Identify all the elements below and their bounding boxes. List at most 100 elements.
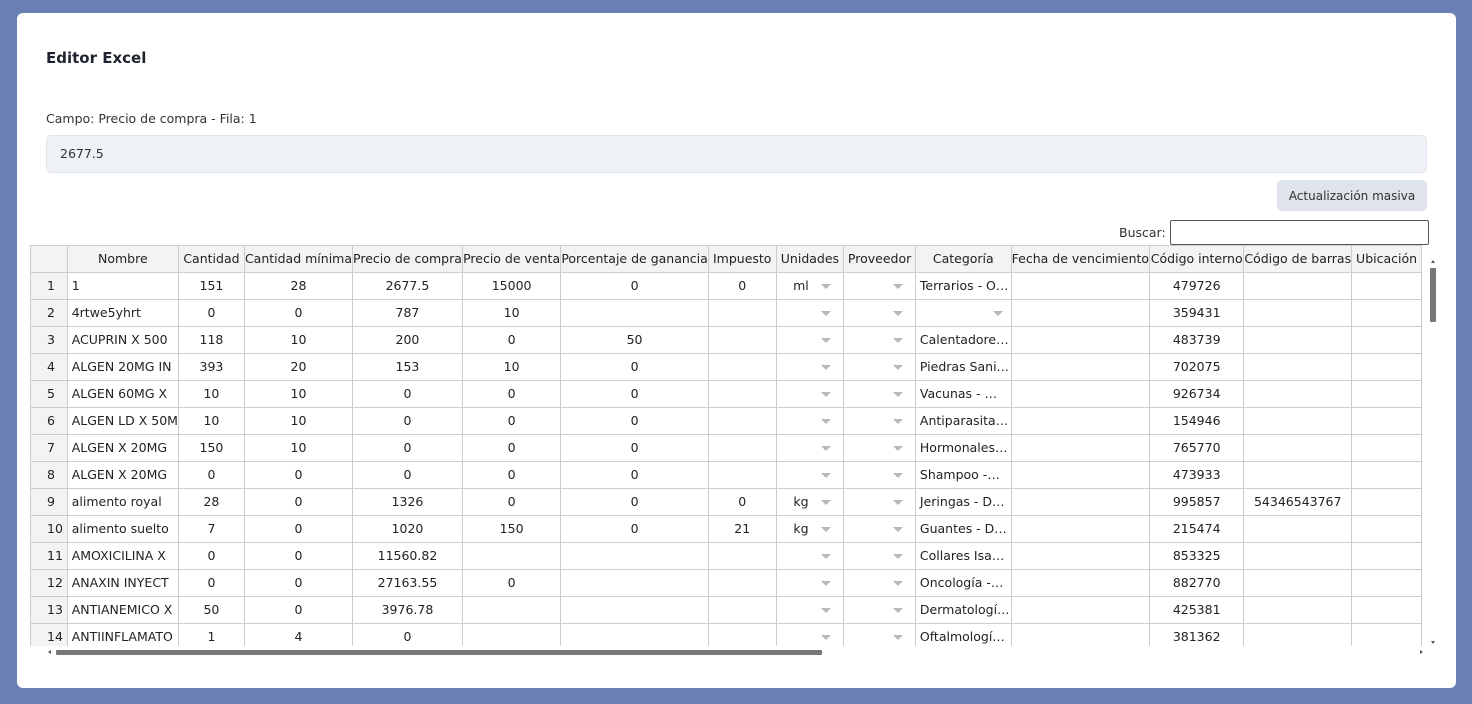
impuesto-cell[interactable]: 0 <box>708 488 777 516</box>
categoria-dropdown[interactable]: Vacunas - … <box>915 380 1012 408</box>
categoria-dropdown[interactable]: Guantes - D… <box>915 515 1012 543</box>
proveedor-dropdown[interactable] <box>843 596 916 624</box>
column-header[interactable]: Cantidad <box>178 246 245 273</box>
impuesto-cell[interactable] <box>708 434 777 462</box>
codigo-barras-cell[interactable] <box>1243 272 1353 300</box>
horizontal-scroll-thumb[interactable] <box>56 650 822 655</box>
fecha-vencimiento-cell[interactable] <box>1011 461 1151 489</box>
codigo-barras-cell[interactable] <box>1243 353 1353 381</box>
nombre-cell[interactable]: 4rtwe5yhrt <box>67 299 179 327</box>
categoria-dropdown[interactable]: Collares Isa… <box>915 542 1012 570</box>
cantidad-cell[interactable]: 0 <box>178 461 245 489</box>
cantidad-cell[interactable]: 50 <box>178 596 245 624</box>
cantidad-cell[interactable]: 0 <box>178 299 245 327</box>
ubicacion-cell[interactable] <box>1351 299 1422 327</box>
categoria-dropdown[interactable]: Oncología -… <box>915 569 1012 597</box>
fecha-vencimiento-cell[interactable] <box>1011 407 1151 435</box>
nombre-cell[interactable]: AMOXICILINA X <box>67 542 179 570</box>
column-header[interactable]: Porcentaje de ganancia <box>560 246 709 273</box>
codigo-barras-cell[interactable] <box>1243 299 1353 327</box>
cantidad-minima-cell[interactable]: 0 <box>244 596 354 624</box>
nombre-cell[interactable]: ANAXIN INYECT <box>67 569 179 597</box>
porcentaje-ganancia-cell[interactable] <box>560 299 709 327</box>
cantidad-minima-cell[interactable]: 28 <box>244 272 354 300</box>
chevron-down-icon[interactable] <box>821 283 832 289</box>
cantidad-minima-cell[interactable]: 10 <box>244 326 354 354</box>
column-header[interactable]: Código de barras <box>1243 246 1353 273</box>
chevron-down-icon[interactable] <box>892 391 903 397</box>
codigo-interno-cell[interactable]: 853325 <box>1149 542 1245 570</box>
porcentaje-ganancia-cell[interactable] <box>560 623 709 646</box>
impuesto-cell[interactable]: 0 <box>708 272 777 300</box>
precio-venta-cell[interactable] <box>462 542 562 570</box>
impuesto-cell[interactable] <box>708 542 777 570</box>
proveedor-dropdown[interactable] <box>843 623 916 646</box>
ubicacion-cell[interactable] <box>1351 434 1422 462</box>
unidades-dropdown[interactable] <box>776 542 845 570</box>
precio-compra-cell[interactable]: 0 <box>352 380 463 408</box>
codigo-barras-cell[interactable] <box>1243 461 1353 489</box>
cantidad-cell[interactable]: 1 <box>178 623 245 646</box>
chevron-down-icon[interactable] <box>892 634 903 640</box>
column-header[interactable]: Precio de compra <box>352 246 463 273</box>
categoria-dropdown[interactable]: Jeringas - D… <box>915 488 1012 516</box>
precio-compra-cell[interactable]: 2677.5 <box>352 272 463 300</box>
cell-value-field[interactable]: 2677.5 <box>46 135 1427 173</box>
categoria-dropdown[interactable]: Hormonales… <box>915 434 1012 462</box>
impuesto-cell[interactable] <box>708 569 777 597</box>
codigo-interno-cell[interactable]: 479726 <box>1149 272 1245 300</box>
codigo-interno-cell[interactable]: 381362 <box>1149 623 1245 646</box>
cantidad-cell[interactable]: 0 <box>178 569 245 597</box>
porcentaje-ganancia-cell[interactable] <box>560 542 709 570</box>
proveedor-dropdown[interactable] <box>843 407 916 435</box>
cantidad-cell[interactable]: 28 <box>178 488 245 516</box>
codigo-barras-cell[interactable] <box>1243 596 1353 624</box>
codigo-interno-cell[interactable]: 154946 <box>1149 407 1245 435</box>
chevron-down-icon[interactable] <box>821 391 832 397</box>
precio-venta-cell[interactable]: 10 <box>462 353 562 381</box>
scroll-left-arrow-icon[interactable] <box>48 650 51 654</box>
cantidad-cell[interactable]: 10 <box>178 407 245 435</box>
chevron-down-icon[interactable] <box>821 418 832 424</box>
fecha-vencimiento-cell[interactable] <box>1011 380 1151 408</box>
column-header[interactable]: Ubicación <box>1351 246 1422 273</box>
fecha-vencimiento-cell[interactable] <box>1011 569 1151 597</box>
nombre-cell[interactable]: 1 <box>67 272 179 300</box>
nombre-cell[interactable]: ANTIANEMICO X <box>67 596 179 624</box>
fecha-vencimiento-cell[interactable] <box>1011 623 1151 646</box>
unidades-dropdown[interactable] <box>776 623 845 646</box>
chevron-down-icon[interactable] <box>821 337 832 343</box>
precio-venta-cell[interactable]: 0 <box>462 434 562 462</box>
cantidad-cell[interactable]: 10 <box>178 380 245 408</box>
chevron-down-icon[interactable] <box>821 526 832 532</box>
precio-compra-cell[interactable]: 0 <box>352 434 463 462</box>
ubicacion-cell[interactable] <box>1351 569 1422 597</box>
search-input[interactable] <box>1170 220 1429 245</box>
porcentaje-ganancia-cell[interactable]: 0 <box>560 380 709 408</box>
impuesto-cell[interactable] <box>708 299 777 327</box>
spreadsheet-grid[interactable]: Nombre Cantidad Cantidad mínima Precio de c… <box>30 245 1422 646</box>
cantidad-cell[interactable]: 151 <box>178 272 245 300</box>
chevron-down-icon[interactable] <box>892 310 903 316</box>
fecha-vencimiento-cell[interactable] <box>1011 596 1151 624</box>
proveedor-dropdown[interactable] <box>843 515 916 543</box>
ubicacion-cell[interactable] <box>1351 272 1422 300</box>
chevron-down-icon[interactable] <box>892 283 903 289</box>
ubicacion-cell[interactable] <box>1351 407 1422 435</box>
codigo-barras-cell[interactable]: 54346543767 <box>1243 488 1353 516</box>
cantidad-cell[interactable]: 118 <box>178 326 245 354</box>
porcentaje-ganancia-cell[interactable]: 50 <box>560 326 709 354</box>
ubicacion-cell[interactable] <box>1351 353 1422 381</box>
precio-compra-cell[interactable]: 3976.78 <box>352 596 463 624</box>
codigo-interno-cell[interactable]: 483739 <box>1149 326 1245 354</box>
porcentaje-ganancia-cell[interactable]: 0 <box>560 434 709 462</box>
chevron-down-icon[interactable] <box>892 364 903 370</box>
ubicacion-cell[interactable] <box>1351 326 1422 354</box>
unidades-dropdown[interactable] <box>776 353 845 381</box>
porcentaje-ganancia-cell[interactable]: 0 <box>560 461 709 489</box>
unidades-dropdown[interactable] <box>776 434 845 462</box>
cantidad-cell[interactable]: 0 <box>178 542 245 570</box>
codigo-interno-cell[interactable]: 473933 <box>1149 461 1245 489</box>
ubicacion-cell[interactable] <box>1351 623 1422 646</box>
cantidad-minima-cell[interactable]: 10 <box>244 380 354 408</box>
